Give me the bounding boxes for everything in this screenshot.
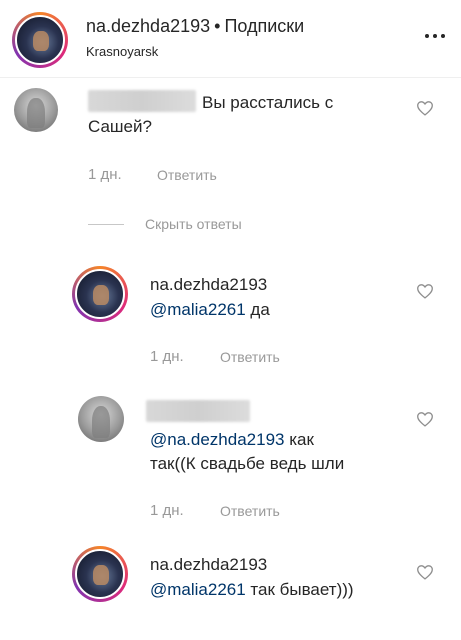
reply-avatar[interactable] xyxy=(78,396,124,442)
reply-body: так бывает))) xyxy=(245,580,354,599)
more-options-icon[interactable] xyxy=(424,34,446,42)
blurred-username xyxy=(88,90,196,112)
reply-text: @malia2261 да xyxy=(150,298,270,321)
reply-button[interactable]: Ответить xyxy=(220,503,280,519)
replies-divider xyxy=(88,224,124,225)
mention-link[interactable]: @na.dezhda2193 xyxy=(150,430,284,449)
reply-text: @malia2261 так бывает))) xyxy=(150,578,354,601)
location-link[interactable]: Krasnoyarsk xyxy=(86,44,158,59)
commenter-avatar[interactable] xyxy=(14,88,58,132)
comment-text-line1: Вы расстались с xyxy=(202,93,334,112)
reply-button[interactable]: Ответить xyxy=(157,167,217,183)
like-heart-icon[interactable] xyxy=(416,411,434,427)
reply-text-line1: @na.dezhda2193 как xyxy=(150,428,314,451)
reply-username[interactable]: na.dezhda2193 xyxy=(150,555,267,575)
comment-text-line2: Сашей? xyxy=(88,117,152,136)
like-heart-icon[interactable] xyxy=(416,100,434,116)
post-header: na.dezhda2193 • Подписки Krasnoyarsk xyxy=(0,0,461,78)
like-heart-icon[interactable] xyxy=(416,283,434,299)
mention-link[interactable]: @malia2261 xyxy=(150,580,246,599)
reply-username[interactable]: na.dezhda2193 xyxy=(150,275,267,295)
hide-replies-button[interactable]: Скрыть ответы xyxy=(145,216,242,232)
reply-avatar[interactable] xyxy=(72,266,128,322)
reply-body: как xyxy=(284,430,314,449)
like-heart-icon[interactable] xyxy=(416,564,434,580)
blurred-username xyxy=(146,400,250,422)
reply-body: да xyxy=(245,300,270,319)
reply-avatar[interactable] xyxy=(72,546,128,602)
reply-time: 1 дн. xyxy=(150,502,184,519)
separator-dot: • xyxy=(214,16,221,36)
mention-link[interactable]: @malia2261 xyxy=(150,300,246,319)
reply-text-line2: так((К свадьбе ведь шли xyxy=(150,454,345,473)
follow-status-button[interactable]: Подписки xyxy=(224,16,304,36)
reply-button[interactable]: Ответить xyxy=(220,349,280,365)
reply-time: 1 дн. xyxy=(150,348,184,365)
comment-time: 1 дн. xyxy=(88,166,122,183)
header-user-line: na.dezhda2193 • Подписки xyxy=(86,16,304,37)
header-username[interactable]: na.dezhda2193 xyxy=(86,16,210,36)
profile-avatar[interactable] xyxy=(12,12,68,68)
